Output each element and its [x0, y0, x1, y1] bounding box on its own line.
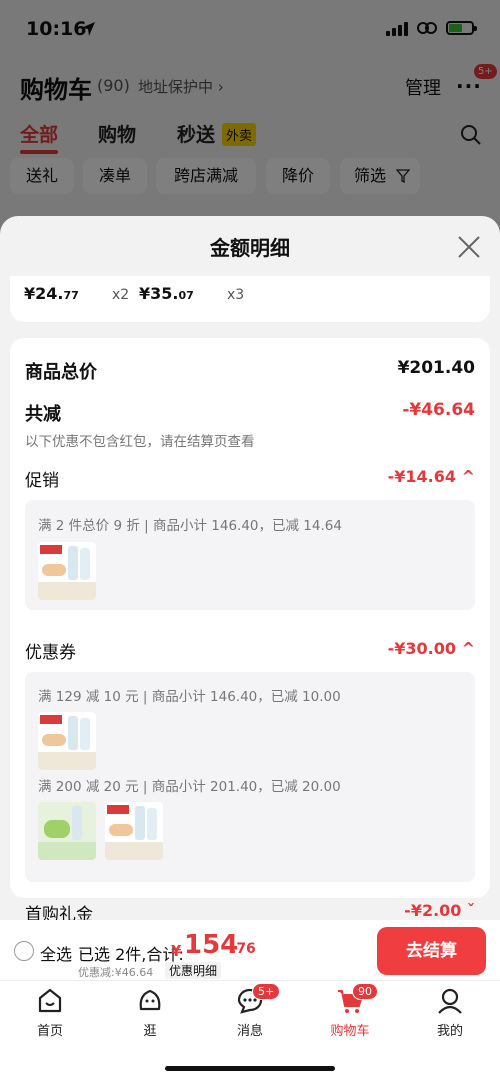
product-thumbnail[interactable] [38, 802, 96, 860]
tabbar-label: 购物车 [330, 1024, 370, 1039]
tabbar-label: 我的 [436, 1024, 463, 1039]
tabbar-item-profile[interactable]: 我的 [400, 981, 500, 1041]
product-thumbnail[interactable] [38, 712, 96, 770]
coupon-label: 优惠券 [25, 643, 76, 663]
tabbar-label: 首页 [36, 1024, 63, 1039]
tabbar-item-home[interactable]: 首页 [0, 981, 100, 1041]
coupon-box: 满 129 减 10 元 | 商品小计 146.40，已减 10.00 满 20… [25, 672, 475, 882]
discount-detail-link[interactable]: 优惠明细 [165, 962, 222, 979]
total-amount-fraction: .76 [231, 941, 256, 957]
product-thumbnail[interactable] [105, 802, 163, 860]
cart-badge: 90 [352, 983, 378, 1000]
message-badge: 5+ [252, 983, 281, 1000]
total-label: 商品总价 [25, 362, 97, 383]
item-price: ¥35.07 [139, 284, 194, 303]
sheet-title: 金额明细 [210, 236, 290, 260]
amount-detail-card: 商品总价 ¥201.40 共减 -¥46.64 以下优惠不包含红包，请在结算页查… [10, 338, 490, 898]
coupon-toggle[interactable]: -¥30.00 ^ [388, 639, 475, 658]
home-icon [38, 988, 62, 1013]
product-thumbnail[interactable] [38, 542, 96, 600]
total-value: ¥201.40 [397, 358, 475, 378]
checkout-button[interactable]: 去结算 [377, 927, 486, 975]
tabbar-item-messages[interactable]: 5+ 消息 [200, 981, 300, 1041]
reduce-value: -¥46.64 [402, 400, 475, 420]
tabbar-label: 逛 [143, 1024, 157, 1039]
promo-box: 满 2 件总价 9 折 | 商品小计 146.40，已减 14.64 [25, 500, 475, 610]
promo-line: 满 2 件总价 9 折 | 商品小计 146.40，已减 14.64 [38, 518, 342, 534]
item-price: ¥24.77 [24, 284, 79, 303]
selected-items-card: ¥24.77 x2 ¥35.07 x3 [10, 276, 490, 322]
reduce-label: 共减 [25, 404, 61, 425]
home-indicator [165, 1066, 335, 1071]
browse-icon [139, 989, 161, 1011]
coupon-line: 满 129 减 10 元 | 商品小计 146.40，已减 10.00 [38, 689, 341, 705]
tabbar-label: 消息 [236, 1024, 263, 1039]
tabbar-item-cart[interactable]: 90 购物车 [300, 981, 400, 1041]
select-all-label[interactable]: 全选 [40, 941, 72, 965]
promo-label: 促销 [25, 471, 59, 491]
discount-summary: 优惠减:¥46.64 [78, 966, 154, 979]
close-icon[interactable] [456, 234, 482, 260]
first-purchase-toggle[interactable]: -¥2.00 ˇ [404, 901, 475, 920]
checkout-bar: 全选 已选 2件,合计: ¥ 154 .76 优惠减:¥46.64 优惠明细 去… [0, 920, 500, 980]
item-qty: x3 [227, 287, 245, 303]
select-all-radio[interactable] [14, 941, 34, 961]
reduce-note: 以下优惠不包含红包，请在结算页查看 [25, 434, 255, 450]
profile-icon [438, 988, 462, 1014]
total-currency: ¥ [171, 942, 182, 960]
item-qty: x2 [112, 287, 130, 303]
coupon-line: 满 200 减 20 元 | 商品小计 201.40，已减 20.00 [38, 779, 341, 795]
promo-toggle[interactable]: -¥14.64 ^ [388, 467, 475, 486]
tabbar-item-browse[interactable]: 逛 [100, 981, 200, 1041]
